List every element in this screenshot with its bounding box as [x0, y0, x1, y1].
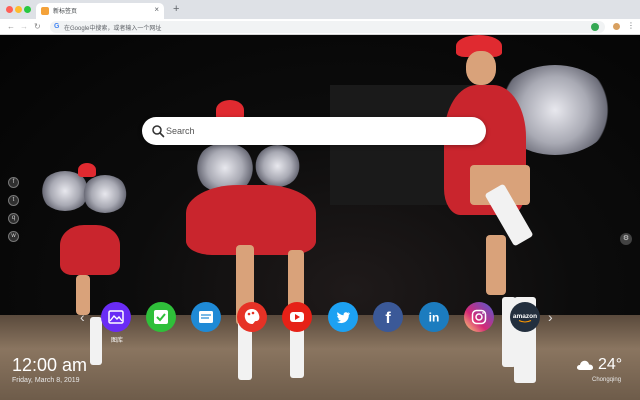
side-facebook-icon[interactable]: f — [8, 177, 19, 188]
clock-date: Friday, March 8, 2019 — [12, 377, 80, 384]
clock-time: 12:00 am — [12, 355, 88, 375]
side-qq-icon[interactable]: q — [8, 213, 19, 224]
quicklink-gallery[interactable] — [101, 302, 131, 332]
profile-avatar[interactable] — [612, 22, 621, 31]
weather-temperature: 24° — [598, 356, 623, 373]
linkedin-glyph: in — [429, 311, 440, 325]
quicklink-instagram[interactable] — [464, 302, 494, 332]
search-icon — [152, 125, 165, 138]
reload-button[interactable]: ↻ — [34, 21, 41, 32]
search-bar[interactable] — [142, 117, 486, 145]
minimize-window-button[interactable] — [15, 6, 22, 13]
settings-gear-icon[interactable]: ⚙ — [620, 233, 632, 245]
instagram-icon — [464, 302, 494, 332]
amazon-glyph: amazon — [513, 313, 537, 320]
address-bar[interactable]: G 在Google中搜索，或者输入一个网址 ☆ — [50, 21, 605, 33]
close-window-button[interactable] — [6, 6, 13, 13]
maximize-window-button[interactable] — [24, 6, 31, 13]
tab-close-icon[interactable]: × — [154, 5, 159, 15]
quicklink-twitter[interactable] — [328, 302, 358, 332]
new-tab-page: f t q w ⚙ ‹ — [0, 35, 640, 400]
quicklinks-prev-button[interactable]: ‹ — [80, 309, 85, 325]
checklist-icon — [146, 302, 176, 332]
quicklink-amazon[interactable]: amazon — [510, 302, 540, 332]
quicklink-youtube[interactable] — [282, 302, 312, 332]
cloud-icon — [576, 360, 594, 370]
linkedin-icon: in — [419, 302, 449, 332]
tab-title: 新标签页 — [53, 9, 78, 15]
search-input[interactable] — [166, 117, 466, 145]
gallery-icon — [101, 302, 131, 332]
active-tab[interactable]: 新标签页 × — [36, 3, 164, 19]
youtube-icon — [282, 302, 312, 332]
back-button[interactable]: ← — [7, 21, 15, 32]
quicklink-facebook[interactable]: f — [373, 302, 403, 332]
extension-icon[interactable] — [591, 23, 599, 31]
paint-palette-icon — [237, 302, 267, 332]
google-icon: G — [54, 23, 60, 30]
quicklinks-next-button[interactable]: › — [548, 309, 553, 325]
quicklink-paint[interactable] — [237, 302, 267, 332]
side-wechat-icon[interactable]: w — [8, 231, 19, 242]
quicklink-linkedin[interactable]: in — [419, 302, 449, 332]
tab-strip: 新标签页 × + — [0, 0, 640, 19]
side-twitter-icon[interactable]: t — [8, 195, 19, 206]
notes-icon — [191, 302, 221, 332]
twitter-icon — [328, 302, 358, 332]
quicklink-checklist[interactable] — [146, 302, 176, 332]
quicklink-gallery-label: 图库 — [111, 338, 124, 344]
quicklink-notes[interactable] — [191, 302, 221, 332]
amazon-icon: amazon — [510, 302, 540, 332]
browser-toolbar: ← → ↻ G 在Google中搜索，或者输入一个网址 ☆ — [0, 19, 640, 35]
forward-button[interactable]: → — [20, 21, 28, 32]
weather-city: Chongqing — [592, 377, 622, 383]
facebook-icon: f — [373, 302, 403, 332]
facebook-glyph: f — [385, 310, 391, 327]
tab-favicon-icon — [41, 7, 49, 15]
browser-menu-icon[interactable]: ⋮ — [627, 20, 635, 32]
new-tab-button[interactable]: + — [173, 3, 179, 15]
address-placeholder: 在Google中搜索，或者输入一个网址 — [64, 26, 162, 32]
